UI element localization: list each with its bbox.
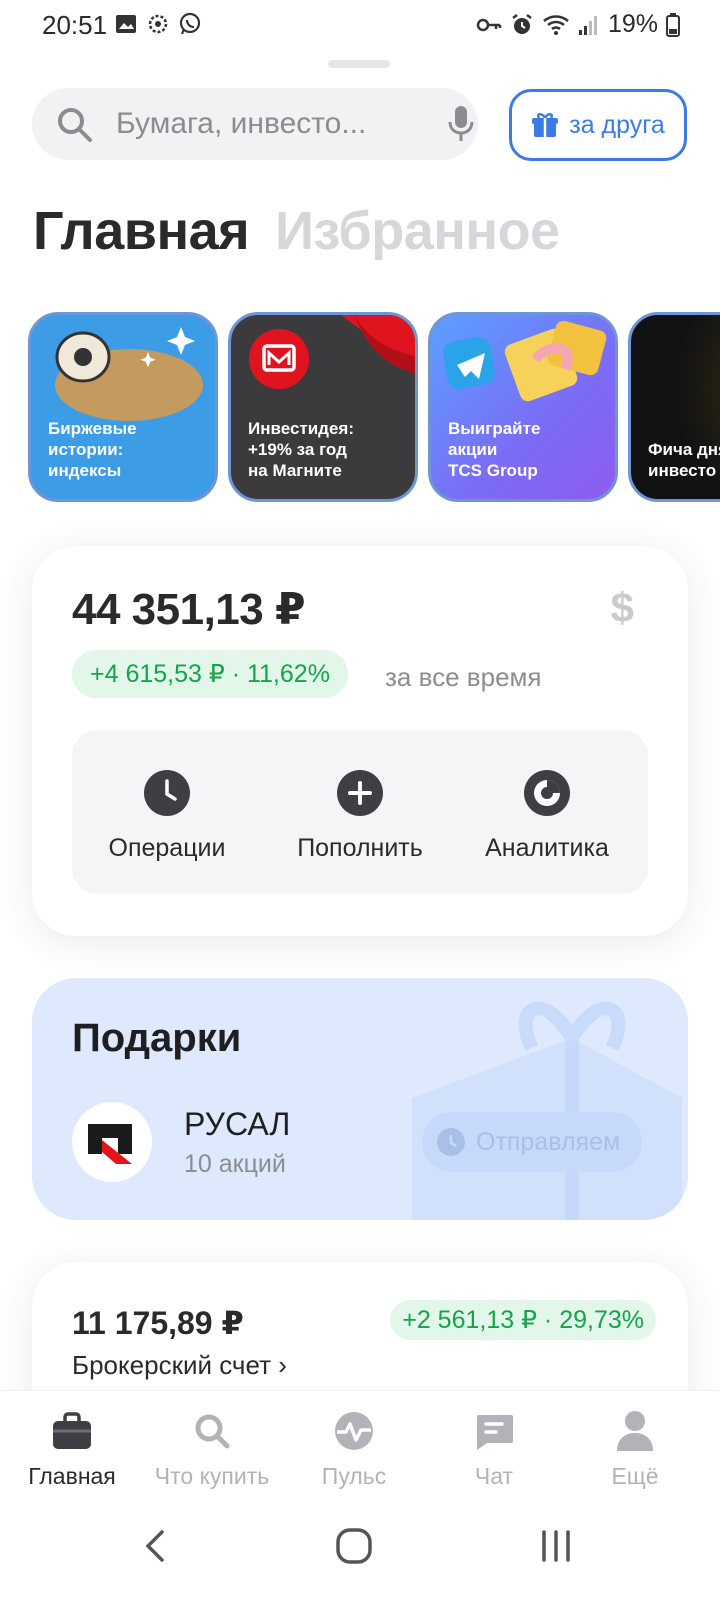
story-card[interactable]: Выиграйте акции TCS Group (428, 312, 618, 502)
gift-stock-quantity: 10 акций (184, 1150, 286, 1178)
story-caption: Биржевые истории: индексы (48, 419, 137, 480)
profile-icon (617, 1411, 653, 1451)
gift-status-badge: Отправляем (422, 1112, 642, 1172)
stories-carousel[interactable]: Биржевые истории: индексы Инвестидея: +1… (28, 312, 720, 502)
currency-toggle[interactable]: $ (611, 584, 634, 632)
system-status: 19% (476, 10, 680, 39)
tab-favorites[interactable]: Избранное (275, 200, 560, 262)
main-tabs: Главная Избранное (33, 200, 560, 262)
portfolio-gain-badge: +4 615,53 ₽ · 11,62% (72, 650, 348, 698)
nav-more-label: Ещё (611, 1463, 659, 1489)
clock-icon (144, 770, 190, 816)
nav-more[interactable]: Ещё (563, 1409, 707, 1490)
chat-icon (477, 1415, 513, 1450)
gifts-title: Подарки (72, 1016, 242, 1060)
plus-icon (337, 770, 383, 816)
rusal-logo (72, 1102, 152, 1182)
gain-period-label[interactable]: за все время (385, 662, 542, 693)
image-icon (116, 15, 136, 33)
donut-chart-icon (524, 770, 570, 816)
nav-what-to-buy[interactable]: Что купить (140, 1409, 284, 1490)
tab-home[interactable]: Главная (33, 200, 250, 262)
home-icon[interactable] (334, 1526, 374, 1566)
gift-box-illustration (412, 1001, 682, 1220)
battery-icon (666, 12, 680, 37)
story-caption: Инвестидея: +19% за год на Магните (248, 419, 355, 480)
microphone-icon[interactable] (446, 104, 476, 144)
system-navigation-bar (0, 1502, 720, 1600)
invite-friend-button[interactable]: за друга (509, 89, 687, 161)
status-time: 20:51 (42, 10, 108, 40)
broker-total: 11 175,89 ₽ (72, 1305, 244, 1341)
top-up-button[interactable]: Пополнить (265, 770, 455, 863)
nav-pulse-label: Пульс (321, 1463, 387, 1489)
clock-icon (437, 1128, 465, 1156)
gift-icon (532, 113, 559, 137)
operations-label: Операции (108, 834, 226, 862)
back-icon[interactable] (140, 1526, 170, 1566)
nav-home[interactable]: Главная (0, 1409, 144, 1490)
portfolio-card[interactable]: 44 351,13 ₽ $ +4 615,53 ₽ · 11,62% за вс… (32, 546, 688, 936)
analytics-button[interactable]: Аналитика (452, 770, 642, 863)
gift-status-label: Отправляем (476, 1127, 621, 1156)
battery-percent: 19% (607, 10, 658, 38)
story-card[interactable]: Инвестидея: +19% за год на Магните (228, 312, 418, 502)
nav-chat[interactable]: Чат (422, 1409, 566, 1490)
story-caption: Выиграйте акции TCS Group (448, 419, 541, 480)
operations-button[interactable]: Операции (72, 770, 262, 863)
top-up-label: Пополнить (297, 834, 423, 862)
story-caption: Фича дня инвесто (648, 440, 720, 480)
settings-bug-icon (148, 14, 168, 34)
search-icon (195, 1414, 230, 1449)
search-icon (58, 108, 92, 142)
analytics-label: Аналитика (485, 834, 609, 862)
broker-account-link[interactable]: Брокерский счет › (72, 1350, 287, 1381)
pulse-icon (335, 1412, 373, 1450)
signal-icon (578, 15, 597, 35)
sheet-grabber[interactable] (328, 60, 390, 68)
search-bar[interactable] (32, 88, 478, 160)
gift-stock-name: РУСАЛ (184, 1106, 291, 1142)
invite-friend-label: за друга (569, 110, 665, 139)
recent-apps-icon[interactable] (536, 1526, 576, 1566)
portfolio-total: 44 351,13 ₽ (72, 585, 306, 634)
story-card[interactable]: Биржевые истории: индексы (28, 312, 218, 502)
search-input[interactable] (116, 102, 406, 146)
whatsapp-icon (179, 12, 201, 35)
briefcase-icon (53, 1412, 91, 1449)
wifi-icon (543, 14, 569, 35)
bottom-navigation: Главная Что купить Пульс Чат Ещё (0, 1390, 720, 1502)
portfolio-actions: Операции Пополнить Аналитика (72, 730, 648, 894)
nav-home-label: Главная (28, 1463, 116, 1489)
alarm-icon (512, 13, 532, 34)
status-bar: 20:51 19% (0, 0, 720, 52)
broker-gain-badge: +2 561,13 ₽ · 29,73% (390, 1300, 656, 1340)
nav-what-to-buy-label: Что купить (154, 1463, 270, 1489)
notification-icons (114, 12, 202, 36)
nav-chat-label: Чат (474, 1463, 514, 1489)
gifts-card[interactable]: Подарки РУСАЛ 10 акций Отправляем (32, 978, 688, 1220)
nav-pulse[interactable]: Пульс (282, 1409, 426, 1490)
key-icon (476, 18, 502, 31)
story-card[interactable]: Фича дня инвесто (628, 312, 720, 502)
